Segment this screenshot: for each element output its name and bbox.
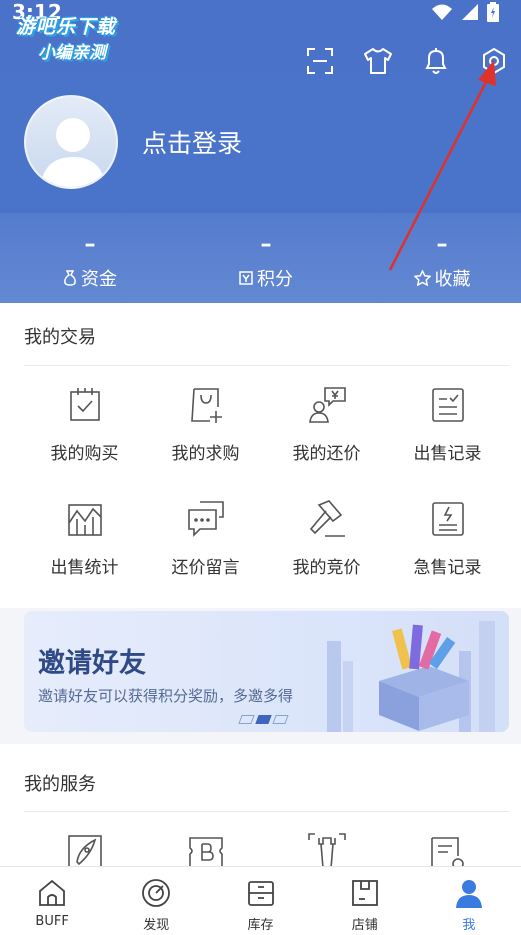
stat-points-value: – bbox=[260, 232, 272, 257]
invite-friends-banner[interactable]: 邀请好友 邀请好友可以获得积分奖励，多邀多得 bbox=[24, 611, 509, 732]
trade-section-title: 我的交易 bbox=[24, 327, 96, 348]
battery-icon bbox=[487, 2, 499, 22]
auction-hammer-icon bbox=[309, 500, 345, 537]
grid-offer-messages[interactable]: 还价留言 bbox=[145, 499, 266, 578]
discover-icon bbox=[142, 879, 171, 907]
watermark-line1: 游吧乐下载 bbox=[16, 16, 117, 38]
nav-label: 店铺 bbox=[351, 918, 378, 933]
stat-funds[interactable]: – 资金 bbox=[30, 232, 150, 291]
nav-inventory[interactable]: 库存 bbox=[208, 867, 312, 935]
message-icon bbox=[187, 501, 224, 537]
store-icon bbox=[351, 880, 378, 906]
grid-my-purchases[interactable]: 我的购买 bbox=[24, 385, 145, 464]
inventory-icon bbox=[247, 881, 274, 906]
grid-label: 急售记录 bbox=[413, 558, 482, 578]
home-icon bbox=[39, 879, 65, 906]
avatar[interactable] bbox=[24, 95, 118, 189]
nav-discover[interactable]: 发现 bbox=[104, 867, 208, 935]
nav-label: BUFF bbox=[35, 914, 69, 929]
trade-section: 我的交易 我的购买 我的求购 我的还价 出售记录 出售统计 还价留言 我的竞价 … bbox=[0, 303, 521, 608]
services-divider bbox=[24, 811, 509, 812]
profile-header: 3:12 游吧乐下载 小编亲测 点击登录 – 资金 – 积分 – 收藏 bbox=[0, 0, 521, 303]
stat-favorites-label: 收藏 bbox=[434, 269, 471, 290]
nav-label: 我 bbox=[462, 918, 476, 933]
stat-points[interactable]: – 积分 bbox=[206, 232, 326, 291]
signal-icon bbox=[462, 4, 478, 20]
trade-divider bbox=[24, 365, 509, 366]
pagination-dot[interactable] bbox=[238, 715, 255, 724]
stat-points-label: 积分 bbox=[257, 269, 293, 290]
watermark-logo: 游吧乐下载 小编亲测 bbox=[10, 12, 150, 63]
status-icons bbox=[431, 2, 499, 22]
stat-funds-value: – bbox=[84, 232, 96, 257]
sale-stats-icon bbox=[67, 504, 102, 536]
gift-box-illustration bbox=[327, 621, 495, 732]
grid-sale-stats[interactable]: 出售统计 bbox=[24, 499, 145, 578]
grid-label: 我的竞价 bbox=[292, 558, 361, 578]
nav-label: 库存 bbox=[247, 918, 274, 933]
bag-plus-icon bbox=[190, 388, 222, 423]
tshirt-icon bbox=[364, 48, 392, 74]
nav-me[interactable]: 我 bbox=[417, 867, 521, 935]
header-actions bbox=[303, 44, 511, 78]
services-section-title: 我的服务 bbox=[24, 774, 96, 795]
points-icon bbox=[239, 271, 253, 285]
grid-sale-records[interactable]: 出售记录 bbox=[387, 385, 508, 464]
grid-label: 我的求购 bbox=[171, 444, 240, 464]
nav-store[interactable]: 店铺 bbox=[313, 867, 417, 935]
grid-label: 我的购买 bbox=[50, 444, 119, 464]
grid-label: 我的还价 bbox=[292, 444, 361, 464]
banner-subtitle: 邀请好友可以获得积分奖励，多邀多得 bbox=[38, 687, 294, 705]
grid-urgent-sale-records[interactable]: 急售记录 bbox=[387, 499, 508, 578]
pagination-dot-active[interactable] bbox=[255, 715, 272, 724]
watermark-line2: 小编亲测 bbox=[38, 43, 106, 63]
stat-funds-label: 资金 bbox=[81, 269, 117, 290]
nav-label: 发现 bbox=[143, 918, 170, 933]
login-link[interactable]: 点击登录 bbox=[142, 124, 242, 160]
calendar-check-icon bbox=[69, 388, 100, 421]
grid-my-bids[interactable]: 我的竞价 bbox=[266, 499, 387, 578]
banner-title: 邀请好友 bbox=[38, 648, 146, 679]
bell-icon bbox=[425, 48, 447, 74]
wifi-icon bbox=[432, 4, 452, 20]
services-section: 我的服务 bbox=[0, 744, 521, 871]
default-avatar-icon bbox=[40, 118, 106, 187]
grid-label: 出售统计 bbox=[50, 558, 119, 578]
bottom-navigation: BUFF 发现 库存 店铺 我 bbox=[0, 866, 521, 935]
scan-button[interactable] bbox=[303, 44, 337, 78]
grid-my-offers[interactable]: 我的还价 bbox=[266, 385, 387, 464]
stats-band: – 资金 – 积分 – 收藏 bbox=[0, 213, 521, 303]
sale-record-icon bbox=[431, 388, 464, 422]
grid-my-requests[interactable]: 我的求购 bbox=[145, 385, 266, 464]
notifications-button[interactable] bbox=[419, 44, 453, 78]
nav-buff[interactable]: BUFF bbox=[0, 867, 104, 935]
banner-pagination bbox=[238, 715, 289, 724]
scan-icon bbox=[307, 48, 333, 74]
star-icon bbox=[413, 270, 431, 286]
urgent-record-icon bbox=[431, 502, 464, 536]
grid-label: 出售记录 bbox=[413, 444, 482, 464]
stat-favorites-value: – bbox=[436, 232, 448, 257]
settings-button[interactable] bbox=[477, 44, 511, 78]
settings-gear-icon bbox=[483, 47, 505, 75]
stat-favorites[interactable]: – 收藏 bbox=[382, 232, 502, 291]
bargain-person-icon bbox=[308, 387, 346, 423]
grid-label: 还价留言 bbox=[171, 558, 240, 578]
pagination-dot[interactable] bbox=[272, 715, 289, 724]
me-icon bbox=[455, 880, 482, 908]
wardrobe-button[interactable] bbox=[361, 44, 395, 78]
money-bag-icon bbox=[64, 270, 76, 286]
